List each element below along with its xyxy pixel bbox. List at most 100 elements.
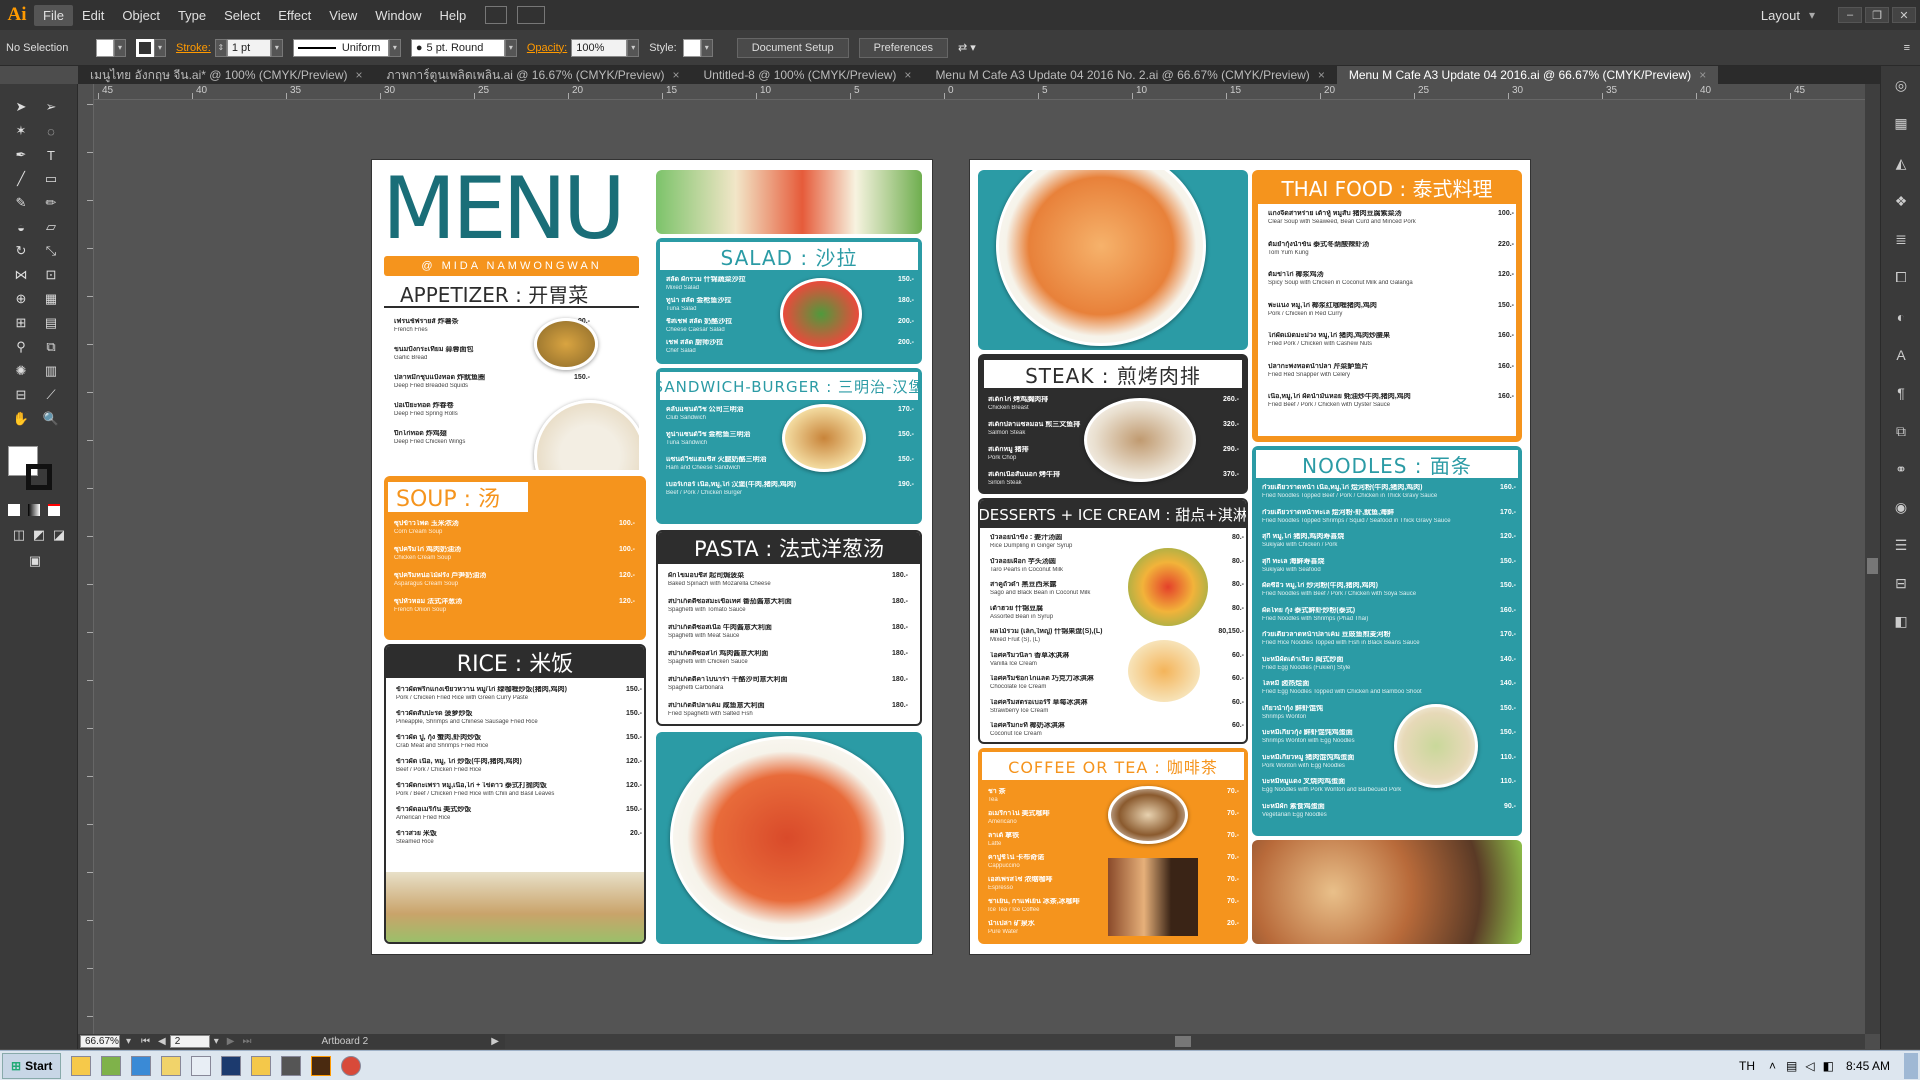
close-tab-icon[interactable]: × [1699, 68, 1706, 82]
menu-edit[interactable]: Edit [73, 5, 113, 26]
pathfinder-icon[interactable]: ⧉ [1890, 420, 1912, 442]
close-tab-icon[interactable]: × [1318, 68, 1325, 82]
workspace-switcher[interactable]: Layout [1752, 5, 1809, 26]
layers-icon[interactable]: ☰ [1890, 534, 1912, 556]
media-player-icon[interactable] [71, 1055, 92, 1076]
color-mode-icon[interactable] [8, 504, 20, 516]
menu-view[interactable]: View [320, 5, 366, 26]
excel-icon[interactable] [101, 1055, 122, 1076]
arrange-icon[interactable]: ⇄ ▾ [958, 41, 976, 54]
gradient-tool-icon[interactable]: ▤ [40, 312, 62, 334]
type-tool-icon[interactable]: T [40, 144, 62, 166]
stroke-weight-field[interactable]: 1 pt [226, 38, 271, 57]
bridge-icon[interactable] [485, 6, 508, 24]
style-dropdown[interactable]: ▾ [700, 38, 713, 57]
variable-width-profile[interactable]: Uniform [292, 38, 389, 57]
prev-artboard-icon[interactable]: ◀ [158, 1036, 166, 1047]
menu-type[interactable]: Type [169, 5, 215, 26]
perspective-grid-icon[interactable]: ▦ [40, 288, 62, 310]
menu-object[interactable]: Object [113, 5, 169, 26]
canvas[interactable]: MENU @ MIDA NAMWONGWAN APPETIZER : 开胃菜 เ… [94, 100, 1865, 1034]
eraser-icon[interactable]: ▱ [40, 216, 62, 238]
restore-button[interactable]: ❐ [1865, 7, 1889, 23]
show-desktop-button[interactable] [1904, 1052, 1918, 1079]
menu-window[interactable]: Window [366, 5, 430, 26]
magic-wand-icon[interactable]: ✶ [10, 120, 32, 142]
tray-expand-icon[interactable]: ˄ [1769, 1059, 1776, 1073]
graph-tool-icon[interactable]: ▥ [40, 360, 62, 382]
chrome-icon[interactable] [341, 1055, 362, 1076]
close-button[interactable]: ✕ [1892, 7, 1916, 23]
last-artboard-icon[interactable]: ⏭ [242, 1036, 251, 1047]
pen-tool-icon[interactable]: ✒ [10, 144, 32, 166]
menu-file[interactable]: File [34, 4, 73, 26]
fill-swatch[interactable] [96, 38, 114, 57]
style-swatch[interactable] [682, 38, 701, 57]
brushes-icon[interactable]: ◭ [1890, 152, 1912, 174]
document-tab[interactable]: Menu M Cafe A3 Update 04 2016 No. 2.ai @… [923, 66, 1336, 84]
eyedropper-icon[interactable]: ⚲ [10, 336, 32, 358]
tray-app-icon[interactable]: ◧ [1823, 1059, 1834, 1073]
links-icon[interactable]: ⚭ [1890, 458, 1912, 480]
rectangle-tool-icon[interactable]: ▭ [40, 168, 62, 190]
mesh-tool-icon[interactable]: ⊞ [10, 312, 32, 334]
stroke-panel-icon[interactable]: ◐ [1890, 306, 1912, 328]
calculator-icon[interactable] [191, 1055, 212, 1076]
explorer-icon[interactable] [161, 1055, 182, 1076]
vertical-scroll-thumb[interactable] [1867, 558, 1878, 574]
none-mode-icon[interactable] [48, 504, 60, 516]
stroke-swatch[interactable] [136, 38, 154, 57]
arrange-documents-icon[interactable] [517, 6, 546, 24]
preferences-button[interactable]: Preferences [858, 37, 948, 58]
menu-help[interactable]: Help [430, 5, 475, 26]
paintbrush-icon[interactable]: ✎ [10, 192, 32, 214]
scale-tool-icon[interactable]: ⤡ [40, 240, 62, 262]
free-transform-icon[interactable]: ⊡ [40, 264, 62, 286]
swatches-icon[interactable]: ▦ [1890, 112, 1912, 134]
rotate-tool-icon[interactable]: ↻ [10, 240, 32, 262]
draw-behind-icon[interactable]: ◩ [28, 524, 50, 546]
clock[interactable]: 8:45 AM [1846, 1059, 1890, 1073]
panel-menu-icon[interactable]: ≡ [1904, 42, 1910, 54]
appearance-icon[interactable]: ◉ [1890, 496, 1912, 518]
document-tab[interactable]: ภาพการ์ตูนเพลิดเพลิน.ai @ 16.67% (CMYK/P… [375, 66, 692, 84]
fill-dropdown[interactable]: ▾ [114, 38, 126, 57]
close-tab-icon[interactable]: × [904, 68, 911, 82]
zoom-level-field[interactable]: 66.67% [80, 1035, 120, 1048]
screen-mode-icon[interactable]: ▣ [24, 550, 46, 572]
stroke-stepper[interactable]: ⇕ [214, 38, 227, 57]
zoom-tool-icon[interactable]: 🔍 [40, 408, 62, 430]
opacity-label[interactable]: Opacity: [527, 42, 567, 54]
app-icon[interactable] [281, 1055, 302, 1076]
photoshop-icon[interactable] [221, 1055, 242, 1076]
next-artboard-icon[interactable]: ▶ [227, 1036, 235, 1047]
hand-tool-icon[interactable]: ✋ [10, 408, 32, 430]
slice-tool-icon[interactable]: ⟋ [40, 384, 62, 406]
stroke-dropdown[interactable]: ▾ [154, 38, 166, 57]
stroke-label[interactable]: Stroke: [176, 42, 211, 54]
color-panel-icon[interactable]: ◎ [1890, 74, 1912, 96]
stroke-color-box[interactable] [26, 464, 52, 490]
language-indicator[interactable]: TH [1739, 1059, 1755, 1073]
menu-effect[interactable]: Effect [269, 5, 320, 26]
lasso-icon[interactable]: ◌ [40, 120, 62, 142]
character-icon[interactable]: A [1890, 344, 1912, 366]
artboard-dropdown-icon[interactable]: ▾ [214, 1036, 219, 1047]
volume-icon[interactable]: ◁ [1805, 1059, 1814, 1073]
direct-selection-icon[interactable]: ➢ [40, 96, 62, 118]
graphic-styles-icon[interactable]: ◧ [1890, 610, 1912, 632]
close-tab-icon[interactable]: × [356, 68, 363, 82]
menu-select[interactable]: Select [215, 5, 269, 26]
document-setup-button[interactable]: Document Setup [736, 37, 849, 58]
network-icon[interactable]: ▤ [1786, 1059, 1797, 1073]
symbols-icon[interactable]: ❖ [1890, 190, 1912, 212]
horizontal-scrollbar[interactable] [505, 1034, 1865, 1049]
selection-tool-icon[interactable]: ➤ [10, 96, 32, 118]
document-tab[interactable]: Untitled-8 @ 100% (CMYK/Preview) × [692, 66, 924, 84]
symbol-sprayer-icon[interactable]: ✺ [10, 360, 32, 382]
artboards-icon[interactable]: ⊟ [1890, 572, 1912, 594]
blob-brush-icon[interactable]: ◒ [10, 216, 32, 238]
document-tab[interactable]: Menu M Cafe A3 Update 04 2016.ai @ 66.67… [1336, 66, 1719, 84]
opacity-dropdown[interactable]: ▾ [627, 38, 640, 57]
line-tool-icon[interactable]: ╱ [10, 168, 32, 190]
